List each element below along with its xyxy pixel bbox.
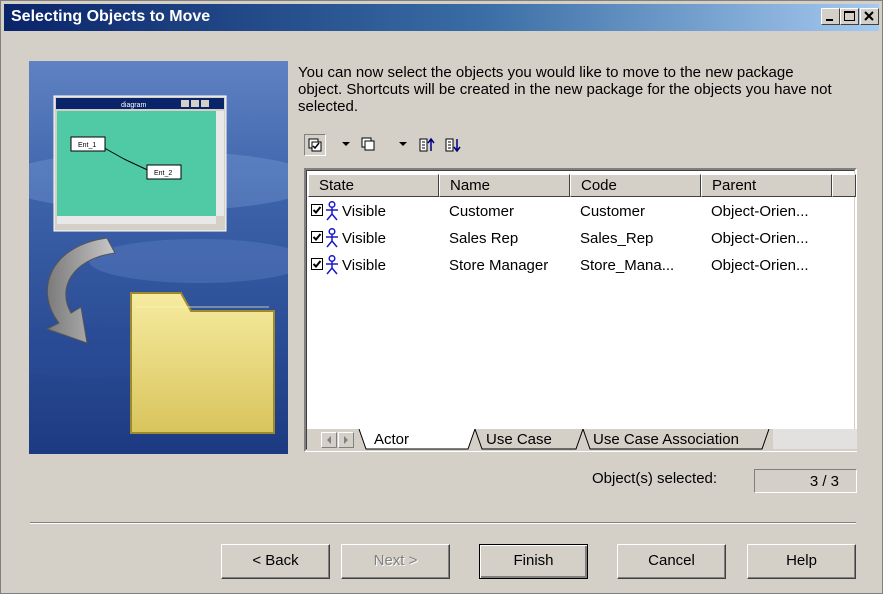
selected-count-label: Object(s) selected: [592, 470, 718, 487]
close-icon [864, 11, 874, 21]
triangle-right-icon [344, 436, 348, 444]
back-button[interactable]: < Back [221, 544, 330, 579]
cell-code: Sales_Rep [580, 230, 654, 247]
checkmark-icon [312, 233, 322, 241]
selected-count-field: 3 / 3 [754, 469, 857, 493]
cell-parent: Object-Orien... [711, 203, 809, 220]
cell-state: Visible [342, 257, 386, 274]
table-row[interactable]: Visible Customer Customer Object-Orien..… [307, 199, 857, 225]
cell-parent: Object-Orien... [711, 230, 809, 247]
deselect-icon [361, 137, 375, 151]
tab-scroll-left-button[interactable] [321, 432, 337, 448]
tab-use-case[interactable]: Use Case [486, 431, 552, 448]
actor-icon [326, 201, 338, 221]
row-checkbox[interactable] [311, 231, 323, 243]
column-header-name[interactable]: Name [439, 174, 570, 197]
tab-strip: Actor Use Case Use Case Association [307, 429, 857, 451]
tab-actor[interactable]: Actor [374, 431, 409, 448]
column-header-state[interactable]: State [308, 174, 439, 197]
cell-state: Visible [342, 230, 386, 247]
column-header-blank [832, 174, 856, 197]
mini-window-title: diagram [121, 102, 146, 109]
triangle-left-icon [327, 436, 331, 444]
cell-code: Store_Mana... [580, 257, 675, 274]
actor-icon [326, 228, 338, 248]
minimize-button[interactable] [821, 8, 840, 25]
objects-list[interactable]: State Name Code Parent Visible Customer … [304, 168, 857, 452]
mini-box-1: Ent_1 [78, 142, 96, 149]
dropdown-arrow-icon[interactable] [399, 142, 407, 146]
tab-scroll-right-button[interactable] [338, 432, 354, 448]
help-button[interactable]: Help [747, 544, 856, 579]
select-all-icon [308, 138, 322, 152]
dropdown-arrow-icon[interactable] [342, 142, 350, 146]
move-down-button[interactable] [442, 134, 464, 156]
tab-use-case-association[interactable]: Use Case Association [593, 431, 739, 448]
move-up-icon [419, 137, 435, 152]
cancel-button[interactable]: Cancel [617, 544, 726, 579]
wizard-illustration: diagram Ent_1 Ent_2 [29, 61, 288, 454]
instruction-text: You can now select the objects you would… [298, 64, 832, 115]
title-bar[interactable]: Selecting Objects to Move [4, 4, 879, 31]
row-checkbox[interactable] [311, 258, 323, 270]
table-row[interactable]: Visible Store Manager Store_Mana... Obje… [307, 253, 857, 279]
window-title: Selecting Objects to Move [11, 8, 211, 25]
close-button[interactable] [860, 8, 879, 25]
cell-state: Visible [342, 203, 386, 220]
minimize-icon [826, 19, 833, 21]
cell-name: Customer [449, 203, 515, 220]
row-checkbox[interactable] [311, 204, 323, 216]
maximize-icon [844, 11, 855, 21]
deselect-button[interactable] [358, 134, 380, 156]
separator [30, 522, 856, 524]
finish-button[interactable]: Finish [479, 544, 588, 579]
next-button[interactable]: Next > [341, 544, 450, 579]
move-down-icon [445, 138, 461, 153]
cell-parent: Object-Orien... [711, 257, 809, 274]
move-up-button[interactable] [416, 134, 438, 156]
select-all-button[interactable] [304, 134, 326, 156]
cell-name: Store Manager [449, 257, 549, 274]
checkmark-icon [312, 206, 322, 214]
checkmark-icon [312, 260, 322, 268]
cell-code: Customer [580, 203, 646, 220]
mini-box-2: Ent_2 [154, 170, 172, 177]
column-header-code[interactable]: Code [570, 174, 701, 197]
maximize-button[interactable] [840, 8, 859, 25]
cell-name: Sales Rep [449, 230, 519, 247]
table-row[interactable]: Visible Sales Rep Sales_Rep Object-Orien… [307, 226, 857, 252]
dialog-window: Selecting Objects to Move diagram Ent_1 … [0, 0, 883, 594]
column-header-parent[interactable]: Parent [701, 174, 832, 197]
actor-icon [326, 255, 338, 275]
